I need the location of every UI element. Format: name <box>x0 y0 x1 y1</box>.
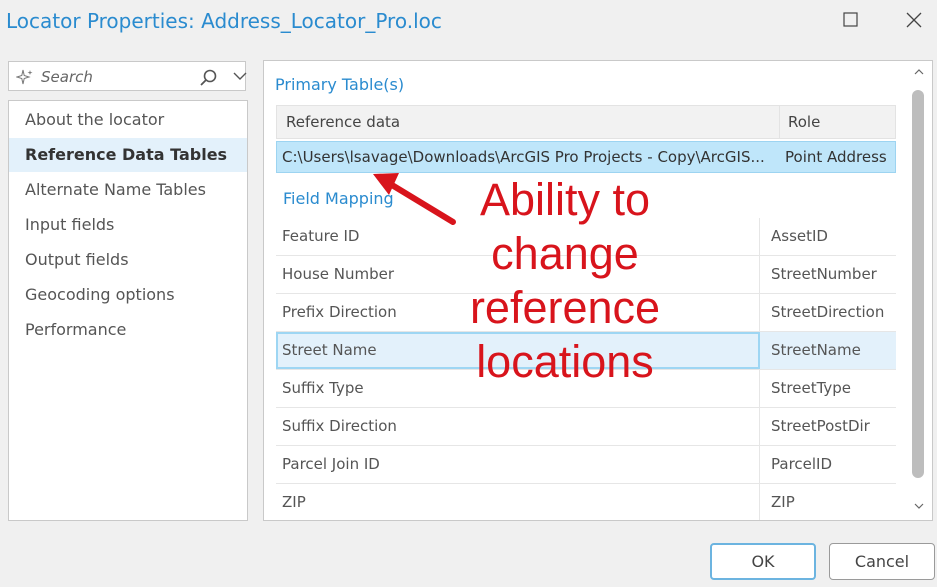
primary-table-header: Reference data Role <box>276 105 896 139</box>
scroll-up-icon[interactable] <box>914 68 924 76</box>
dialog-title: Locator Properties: Address_Locator_Pro.… <box>6 9 442 33</box>
table-row[interactable]: ZIP ZIP <box>276 484 896 520</box>
primary-tables-title: Primary Table(s) <box>275 75 405 94</box>
table-row[interactable]: Suffix Direction StreetPostDir <box>276 408 896 446</box>
field-value[interactable]: StreetPostDir <box>761 408 896 445</box>
sidebar-nav: About the locator Reference Data Tables … <box>8 100 248 521</box>
maximize-button[interactable] <box>841 10 861 30</box>
field-value[interactable]: StreetName <box>761 332 896 369</box>
close-button[interactable] <box>904 10 924 30</box>
reference-role[interactable]: Point Address <box>785 148 887 166</box>
field-name: Parcel Join ID <box>276 446 760 483</box>
annotation-text: Ability to change reference locations <box>440 173 690 389</box>
header-role[interactable]: Role <box>788 113 820 131</box>
search-input[interactable]: Search <box>8 61 247 91</box>
field-value[interactable]: ParcelID <box>761 446 896 483</box>
annotation-line: Ability to <box>479 174 651 225</box>
field-value[interactable]: StreetNumber <box>761 256 896 293</box>
field-value[interactable]: StreetType <box>761 370 896 407</box>
nav-item-input-fields[interactable]: Input fields <box>9 208 247 242</box>
nav-item-performance[interactable]: Performance <box>9 313 247 347</box>
header-reference-data[interactable]: Reference data <box>286 113 400 131</box>
maximize-icon <box>843 12 858 27</box>
search-placeholder: Search <box>41 68 93 86</box>
table-row[interactable]: Parcel Join ID ParcelID <box>276 446 896 484</box>
nav-item-about[interactable]: About the locator <box>9 103 247 137</box>
field-value[interactable]: AssetID <box>761 218 896 255</box>
vertical-scrollbar[interactable] <box>906 62 932 518</box>
annotation-line: locations <box>476 336 654 387</box>
annotation-line: reference <box>469 282 661 333</box>
scroll-thumb[interactable] <box>912 90 924 478</box>
cancel-button[interactable]: Cancel <box>829 543 935 580</box>
nav-item-alternate-name-tables[interactable]: Alternate Name Tables <box>9 173 247 207</box>
sparkle-icon <box>16 69 33 85</box>
chevron-down-icon[interactable] <box>233 71 247 81</box>
nav-item-reference-data-tables[interactable]: Reference Data Tables <box>9 138 247 172</box>
close-icon <box>906 12 922 28</box>
scroll-down-icon[interactable] <box>914 502 924 510</box>
field-value[interactable]: ZIP <box>761 484 896 520</box>
field-value[interactable]: StreetDirection <box>761 294 896 331</box>
annotation-line: change <box>491 228 639 279</box>
field-name: Suffix Direction <box>276 408 760 445</box>
field-name: ZIP <box>276 484 760 520</box>
reference-data-path[interactable]: C:\Users\lsavage\Downloads\ArcGIS Pro Pr… <box>282 148 774 166</box>
search-icon[interactable] <box>199 68 219 88</box>
nav-item-geocoding-options[interactable]: Geocoding options <box>9 278 247 312</box>
ok-button[interactable]: OK <box>710 543 816 580</box>
nav-item-output-fields[interactable]: Output fields <box>9 243 247 277</box>
column-divider[interactable] <box>779 106 780 138</box>
